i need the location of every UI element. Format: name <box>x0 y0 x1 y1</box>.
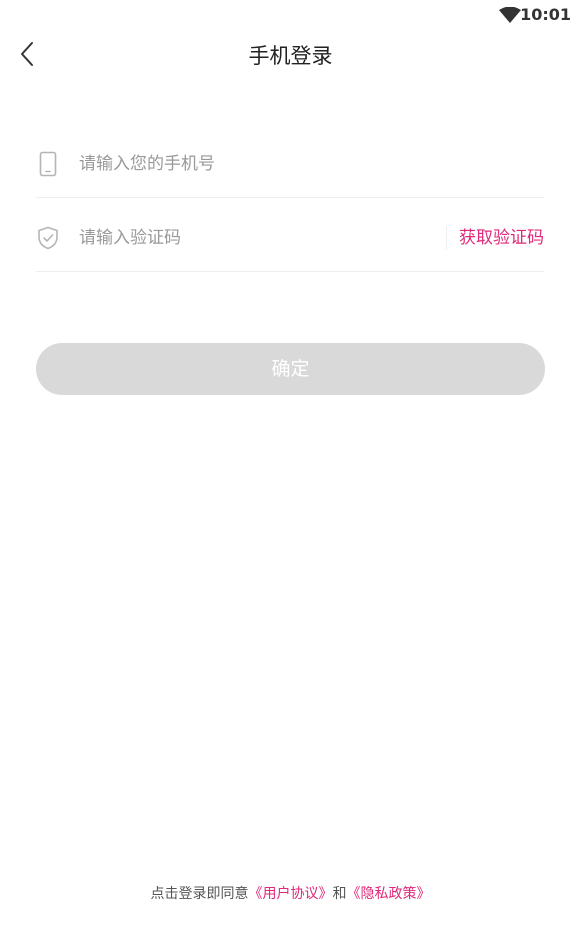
phone-icon <box>36 150 60 178</box>
status-bar: 10:01 <box>0 0 581 30</box>
agreement-prefix: 点击登录即同意 <box>150 886 249 902</box>
agreement-footer: 点击登录即同意《用户协议》和《隐私政策》 <box>0 883 581 905</box>
code-divider <box>446 226 447 250</box>
shield-check-icon <box>36 224 60 252</box>
wifi-icon <box>499 6 521 23</box>
user-agreement-link[interactable]: 《用户协议》 <box>249 886 333 902</box>
phone-input[interactable] <box>79 148 544 179</box>
header: 手机登录 <box>0 30 581 82</box>
phone-login-screen: 10:01 手机登录 获取验证码 <box>0 0 581 929</box>
code-input[interactable] <box>79 223 446 253</box>
agreement-conjunction: 和 <box>332 886 347 902</box>
privacy-policy-link[interactable]: 《隐私政策》 <box>347 886 431 902</box>
phone-row <box>36 130 544 198</box>
page-title: 手机登录 <box>248 44 333 68</box>
confirm-button[interactable]: 确定 <box>36 343 545 395</box>
get-code-button[interactable]: 获取验证码 <box>459 226 544 250</box>
code-row: 获取验证码 <box>36 205 544 272</box>
status-time: 10:01 <box>520 5 571 24</box>
